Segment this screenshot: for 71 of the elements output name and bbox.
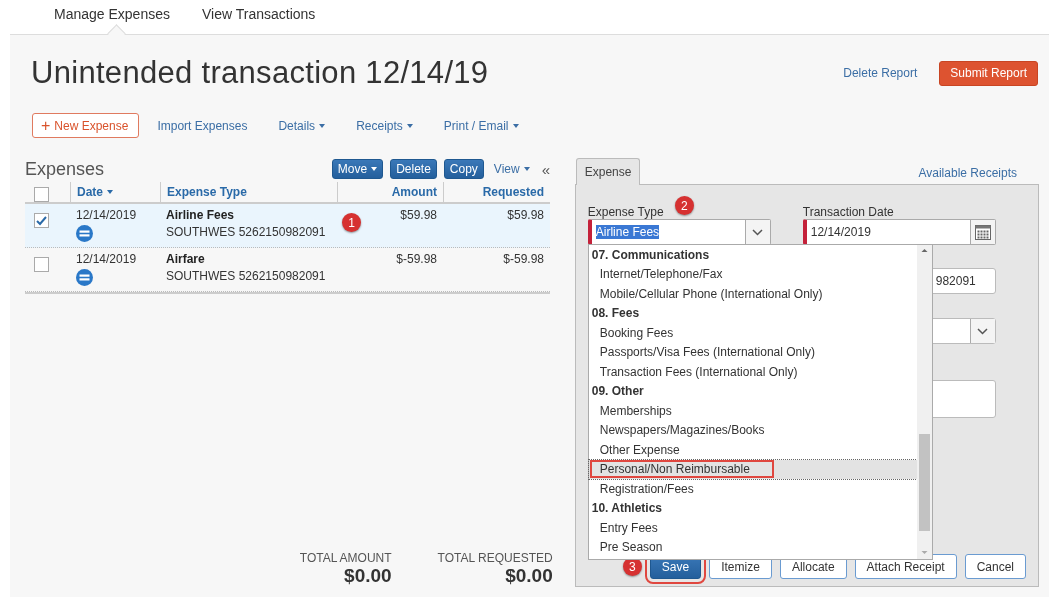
dropdown-option[interactable]: Entry Fees	[588, 518, 917, 538]
chevron-down-icon	[752, 228, 764, 236]
expense-tab[interactable]: Expense	[575, 158, 641, 185]
toolbar-link[interactable]: Print / Email	[443, 118, 519, 133]
expenses-heading: Expenses	[25, 158, 106, 180]
amount-text: $-59.98	[396, 252, 437, 266]
expense-type-select[interactable]: Airline Fees	[587, 219, 771, 245]
checkbox[interactable]	[34, 257, 49, 272]
dropdown-option[interactable]: Personal/Non Reimbursable	[588, 459, 917, 479]
toolbar-link[interactable]: Import Expenses	[157, 118, 248, 133]
checkbox[interactable]	[34, 213, 49, 228]
expense-row[interactable]: 12/14/2019 Airline Fees SOUTHWES 5262150982091 $59.98 $59.98 1	[25, 204, 550, 248]
column-header[interactable]: Date	[70, 182, 160, 202]
toolbar-link[interactable]: Details	[278, 118, 326, 133]
group-heading: 08. Fees	[590, 305, 641, 323]
total-value: $0.00	[505, 565, 553, 587]
toolbar-button[interactable]: Copy	[443, 159, 484, 179]
available-receipts-link[interactable]: Available Receipts	[918, 166, 1017, 180]
scrollbar[interactable]	[916, 245, 932, 559]
merchant-text: SOUTHWES 5262150982091	[166, 269, 326, 283]
delete-report-link[interactable]: Delete Report	[843, 66, 918, 80]
field-label: Expense Type	[587, 204, 664, 220]
new-expense-button[interactable]: + New Expense	[32, 113, 140, 138]
dropdown-option[interactable]: Passports/Visa Fees (International Only)	[588, 342, 917, 362]
date-text: 12/14/2019	[76, 208, 137, 222]
field-label: Transaction Date	[802, 204, 894, 220]
column-header[interactable]: Amount	[337, 182, 443, 202]
total-label: TOTAL REQUESTED	[437, 551, 553, 565]
step-badge: 1	[342, 213, 361, 232]
group-heading: 07. Communications	[590, 246, 711, 264]
group-heading: 09. Other	[590, 383, 645, 401]
amount-text: $59.98	[400, 208, 437, 222]
total-value: $0.00	[344, 565, 392, 587]
form-button[interactable]: Cancel	[964, 554, 1026, 579]
scrollbar-thumb[interactable]	[918, 434, 930, 531]
calendar-icon[interactable]	[974, 224, 991, 240]
date-text: 12/14/2019	[76, 252, 137, 266]
expense-row[interactable]: 12/14/2019 Airfare SOUTHWES 5262150982091 $-59.98 $-59.98	[25, 248, 550, 292]
expense-type-text: Airline Fees	[166, 208, 235, 222]
top-tab[interactable]: View Transactions	[201, 0, 316, 34]
dropdown-option[interactable]: Registration/Fees	[588, 479, 917, 499]
date-field[interactable]: 12/14/2019	[802, 219, 996, 245]
column-header[interactable]: Requested	[443, 182, 550, 202]
submit-report-button[interactable]: Submit Report	[939, 60, 1038, 86]
dropdown-option[interactable]: Mobile/Cellular Phone (International Only)	[588, 284, 917, 304]
total-label: TOTAL AMOUNT	[299, 551, 392, 565]
column-header[interactable]: Expense Type	[160, 182, 337, 202]
requested-text: $59.98	[507, 208, 544, 222]
collapse-link[interactable]: «	[541, 160, 550, 178]
dropdown-option[interactable]: Newspapers/Magazines/Books	[588, 420, 917, 440]
dropdown-option[interactable]: Transaction Fees (International Only)	[588, 362, 917, 382]
toolbar-link[interactable]: Receipts	[356, 118, 413, 133]
merchant-text: SOUTHWES 5262150982091	[166, 225, 326, 239]
expense-type-text: Airfare	[166, 252, 205, 266]
equals-circle-icon	[76, 225, 93, 242]
step-badge: 2	[674, 196, 694, 215]
dropdown-option[interactable]: Internet/Telephone/Fax	[588, 264, 917, 284]
toolbar-button[interactable]: Delete	[390, 159, 437, 179]
group-heading: 10. Athletics	[590, 500, 663, 518]
equals-circle-icon	[76, 269, 93, 286]
selected-text: Airline Fees	[595, 225, 660, 239]
chevron-down-icon	[977, 327, 989, 335]
report-title: Unintended transaction 12/14/19	[31, 55, 490, 91]
dropdown-option[interactable]: Memberships	[588, 401, 917, 421]
dropdown-option[interactable]: Other Expense	[588, 440, 917, 460]
view-link[interactable]: View	[493, 162, 530, 176]
dropdown-option[interactable]: Pre Season	[588, 537, 917, 557]
dropdown-option[interactable]: Booking Fees	[588, 323, 917, 343]
checkbox[interactable]	[34, 187, 49, 202]
requested-text: $-59.98	[503, 252, 544, 266]
toolbar-button[interactable]: Move	[331, 159, 384, 179]
